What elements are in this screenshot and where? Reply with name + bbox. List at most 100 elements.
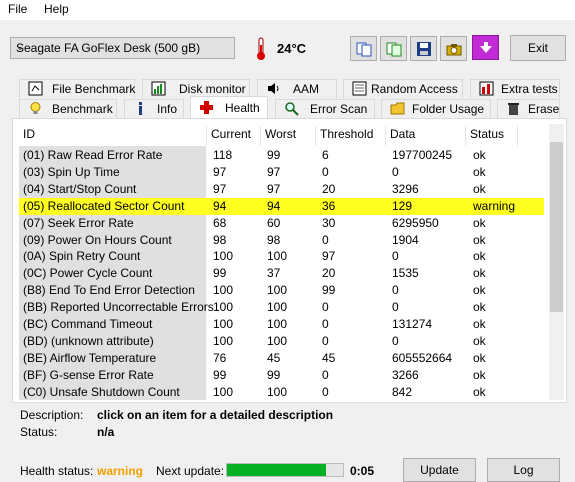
table-row[interactable]: (01) Raw Read Error Rate 118 99 6 197700245 o… (19, 147, 544, 164)
cell-status: ok (473, 333, 486, 348)
cell-current: 99 (213, 367, 227, 382)
table-row[interactable]: (BD) (unknown attribute) 100 100 0 0 ok (19, 333, 544, 350)
next-update-progress (226, 463, 344, 477)
table-row[interactable]: (BE) Airflow Temperature 76 45 45 605552664 o… (19, 350, 544, 367)
cell-worst: 99 (267, 148, 281, 162)
exit-button[interactable]: Exit (510, 35, 566, 61)
tab-folder-usage[interactable]: Folder Usage (381, 99, 491, 118)
table-row[interactable]: (BB) Reported Uncorrectable Errors 100 100… (19, 299, 544, 316)
table-row[interactable]: (07) Seek Error Rate 68 60 30 6295950 ok (19, 215, 544, 232)
column-header-worst[interactable]: Worst (261, 126, 316, 146)
copy-icon (356, 42, 371, 56)
cell-id: (05) Reallocated Sector Count (23, 198, 185, 213)
cell-threshold: 0 (322, 232, 329, 247)
table-row[interactable]: (0A) Spin Retry Count 100 100 97 0 ok (19, 248, 544, 265)
column-header-current[interactable]: Current (207, 126, 261, 146)
status-value: n/a (97, 425, 115, 439)
cell-threshold: 0 (322, 317, 329, 331)
cell-worst: 60 (267, 215, 281, 230)
cell-worst: 99 (267, 367, 281, 382)
cell-threshold: 6 (322, 148, 329, 162)
table-row[interactable]: (0C) Power Cycle Count 99 37 20 1535 ok (19, 265, 544, 282)
cell-status: ok (473, 266, 486, 281)
tab-erase[interactable]: Erase (497, 99, 560, 118)
cell-status: ok (473, 249, 486, 264)
speaker-icon (268, 83, 279, 94)
table-row[interactable]: (BC) Command Timeout 100 100 0 131274 ok (19, 316, 544, 333)
cell-id: (0C) Power Cycle Count (23, 266, 153, 281)
description-value: click on an item for a detailed descript… (97, 408, 334, 422)
minimize-to-tray-button[interactable] (472, 35, 499, 60)
progress-fill (227, 464, 326, 476)
cell-current: 100 (213, 249, 234, 264)
magnifier-icon (285, 102, 299, 116)
cell-id: (09) Power On Hours Count (23, 232, 172, 247)
cell-threshold: 20 (322, 266, 336, 281)
cell-data: 0 (392, 333, 399, 348)
cell-id: (B8) End To End Error Detection (23, 283, 195, 298)
description-label: Description: (20, 408, 84, 422)
cell-worst: 97 (267, 181, 281, 196)
table-row[interactable]: (B8) End To End Error Detection 100 100 99 0… (19, 282, 544, 299)
tab-benchmark[interactable]: Benchmark (19, 99, 117, 118)
cell-worst: 98 (267, 232, 281, 247)
next-update-label: Next update: (156, 464, 225, 478)
table-row[interactable]: (BF) G-sense Error Rate 99 99 0 3266 ok (19, 367, 544, 384)
cell-status: ok (473, 350, 486, 365)
tab-file-benchmark[interactable]: File Benchmark (19, 79, 135, 98)
table-row[interactable]: (C0) Unsafe Shutdown Count 100 100 0 842 ok (19, 384, 544, 401)
cell-status: ok (473, 232, 486, 247)
table-row[interactable]: (05) Reallocated Sector Count 94 94 36 129 wa… (19, 197, 544, 215)
cell-current: 99 (213, 266, 227, 281)
cell-id: (BE) Airflow Temperature (23, 350, 157, 365)
column-header-threshold[interactable]: Threshold (316, 126, 386, 146)
drive-select[interactable]: Seagate FA GoFlex Desk (500 gB) ⌄ (10, 37, 235, 59)
folder-icon (390, 102, 405, 115)
update-button[interactable]: Update (403, 458, 476, 482)
next-update-time: 0:05 (350, 464, 375, 478)
cell-current: 97 (213, 164, 227, 179)
screenshot-button[interactable] (440, 36, 467, 61)
temperature-readout: 24°C (277, 41, 307, 56)
cell-id: (BC) Command Timeout (23, 317, 153, 331)
column-header-id[interactable]: ID (19, 126, 207, 146)
file-benchmark-icon (28, 81, 43, 96)
cell-current: 118 (213, 148, 233, 162)
cell-status: ok (473, 164, 486, 179)
health-status-value: warning (97, 464, 144, 478)
menu-help[interactable]: Help (44, 2, 69, 16)
cell-current: 100 (213, 333, 234, 348)
cell-worst: 100 (267, 317, 288, 331)
table-scrollbar-thumb[interactable] (550, 142, 563, 312)
cell-threshold: 30 (322, 215, 336, 230)
floppy-disk-icon (416, 41, 431, 56)
column-header-data[interactable]: Data (386, 126, 466, 146)
menu-file[interactable]: File (8, 2, 27, 16)
health-status-label: Health status: (20, 464, 94, 478)
tab-aam[interactable]: AAM (257, 79, 337, 98)
tab-random-access[interactable]: Random Access (343, 79, 463, 98)
cell-id: (BF) G-sense Error Rate (23, 367, 154, 382)
cell-worst: 97 (267, 164, 281, 179)
table-row[interactable]: (09) Power On Hours Count 98 98 0 1904 ok (19, 232, 544, 249)
cell-current: 98 (213, 232, 227, 247)
save-button[interactable] (410, 36, 437, 61)
copy-info-button[interactable] (350, 36, 377, 61)
cell-id: (C0) Unsafe Shutdown Count (23, 384, 180, 399)
table-row[interactable]: (03) Spin Up Time 97 97 0 0 ok (19, 164, 544, 181)
log-button[interactable]: Log (487, 458, 560, 482)
cell-threshold: 97 (322, 249, 336, 264)
tab-info[interactable]: Info (124, 99, 184, 118)
tab-extra-tests[interactable]: Extra tests (470, 79, 560, 98)
cell-current: 100 (213, 300, 234, 315)
copy-all-button[interactable] (380, 36, 407, 61)
extra-tests-icon (479, 81, 494, 96)
cell-id: (0A) Spin Retry Count (23, 249, 141, 264)
table-row[interactable]: (04) Start/Stop Count 97 97 20 3296 ok (19, 181, 544, 198)
cell-status: ok (473, 283, 486, 298)
column-header-status[interactable]: Status (466, 126, 518, 146)
tab-error-scan[interactable]: Error Scan (275, 99, 375, 118)
cell-status: ok (473, 317, 486, 331)
tab-health[interactable]: Health (190, 96, 268, 118)
cell-worst: 94 (267, 198, 281, 213)
